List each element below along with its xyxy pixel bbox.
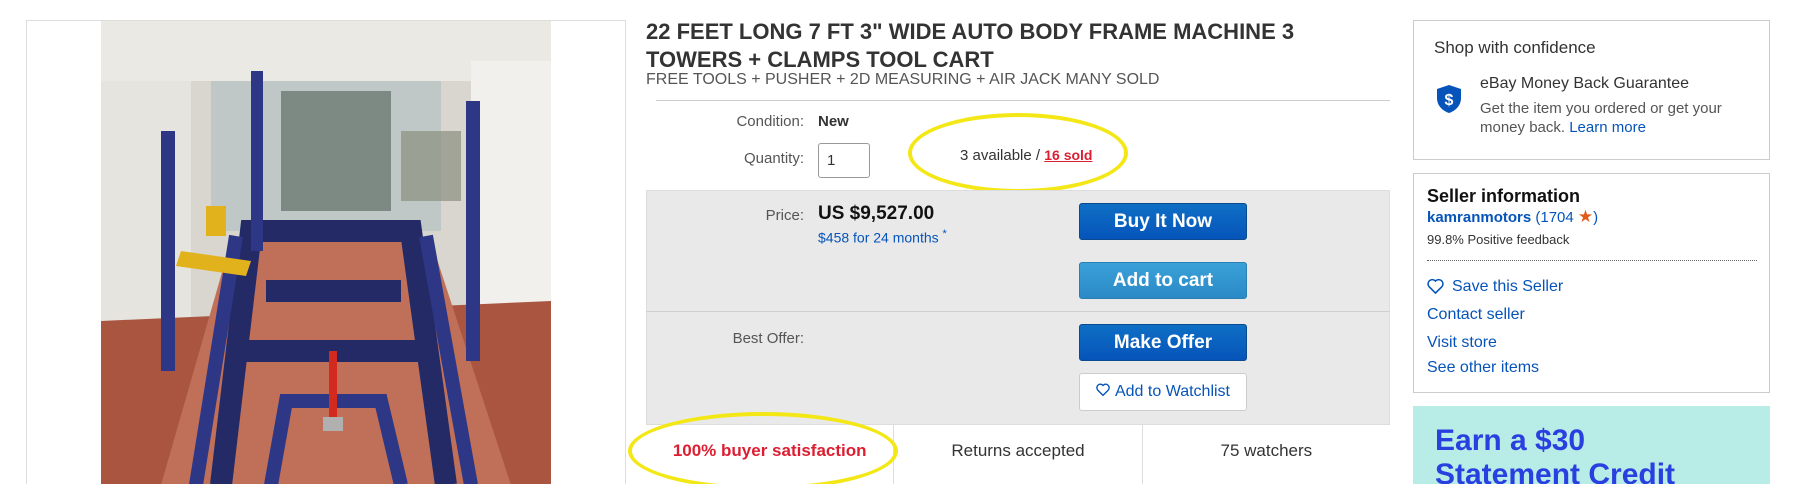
- save-seller-label: Save this Seller: [1452, 278, 1564, 295]
- contact-seller-link[interactable]: Contact seller: [1427, 306, 1525, 324]
- watchlist-label: Add to Watchlist: [1114, 383, 1230, 400]
- seller-score-link[interactable]: 1704: [1540, 209, 1573, 226]
- learn-more-link[interactable]: Learn more: [1569, 119, 1646, 136]
- listing-subtitle: FREE TOOLS + PUSHER + 2D MEASURING + AIR…: [646, 71, 1160, 88]
- ad-headline: Earn a $30: [1435, 424, 1586, 457]
- quantity-input[interactable]: [818, 143, 870, 178]
- quantity-label: Quantity:: [743, 150, 804, 167]
- title-divider: [656, 100, 1390, 101]
- finance-marker: *: [942, 228, 947, 240]
- price-label: Price:: [765, 207, 804, 224]
- make-offer-button[interactable]: Make Offer: [1079, 324, 1247, 361]
- listing-stats: 100% buyer satisfaction Returns accepted…: [646, 424, 1390, 484]
- best-offer-label: Best Offer:: [732, 330, 804, 347]
- finance-text[interactable]: $458 for 24 months: [818, 230, 939, 246]
- image-panel: [26, 20, 626, 484]
- score-close: ): [1593, 209, 1599, 226]
- returns-accepted: Returns accepted: [894, 425, 1143, 484]
- sold-count-link[interactable]: 16 sold: [1044, 147, 1092, 163]
- buyer-satisfaction: 100% buyer satisfaction: [646, 425, 895, 484]
- ad-subheadline: Statement Credit: [1435, 458, 1676, 484]
- buy-it-now-button[interactable]: Buy It Now: [1079, 203, 1247, 240]
- shop-confidence-card: Shop with confidence $ eBay Money Back G…: [1413, 20, 1770, 160]
- visit-store-link[interactable]: Visit store: [1427, 334, 1497, 352]
- guarantee-title: eBay Money Back Guarantee: [1480, 75, 1690, 92]
- condition-label: Condition:: [736, 113, 804, 130]
- seller-info-card: Seller information kamranmotors (1704 ★)…: [1413, 173, 1770, 393]
- shield-dollar-icon: $: [1436, 84, 1462, 119]
- seller-divider: [1427, 260, 1757, 261]
- heart-icon: [1096, 383, 1110, 401]
- seller-info-title: Seller information: [1427, 186, 1581, 206]
- price-value: US $9,527.00: [818, 203, 935, 224]
- see-other-items-link[interactable]: See other items: [1427, 359, 1539, 377]
- heart-icon: [1427, 278, 1444, 299]
- available-count: 3 available /: [960, 147, 1045, 164]
- availability: 3 available / 16 sold: [960, 147, 1092, 164]
- guarantee-text: Get the item you ordered or get your mon…: [1480, 99, 1750, 137]
- statement-credit-ad[interactable]: Earn a $30 Statement Credit: [1413, 406, 1770, 484]
- add-to-watchlist-button[interactable]: Add to Watchlist: [1079, 373, 1247, 411]
- shop-confidence-title: Shop with confidence: [1434, 38, 1596, 57]
- seller-name-row: kamranmotors (1704 ★): [1427, 207, 1598, 227]
- watchers-count: 75 watchers: [1220, 441, 1313, 460]
- add-to-cart-button[interactable]: Add to cart: [1079, 262, 1247, 299]
- seller-name-link[interactable]: kamranmotors: [1427, 209, 1531, 226]
- save-seller-link[interactable]: Save this Seller: [1427, 278, 1563, 299]
- condition-value: New: [818, 113, 849, 130]
- svg-text:$: $: [1445, 92, 1454, 109]
- price-separator: [646, 311, 1390, 312]
- star-icon: ★: [1577, 207, 1594, 226]
- finance-offer[interactable]: $458 for 24 months *: [818, 228, 947, 246]
- positive-feedback: 99.8% Positive feedback: [1427, 232, 1570, 247]
- listing-title: 22 FEET LONG 7 FT 3" WIDE AUTO BODY FRAM…: [646, 19, 1295, 72]
- product-photo[interactable]: [101, 21, 551, 484]
